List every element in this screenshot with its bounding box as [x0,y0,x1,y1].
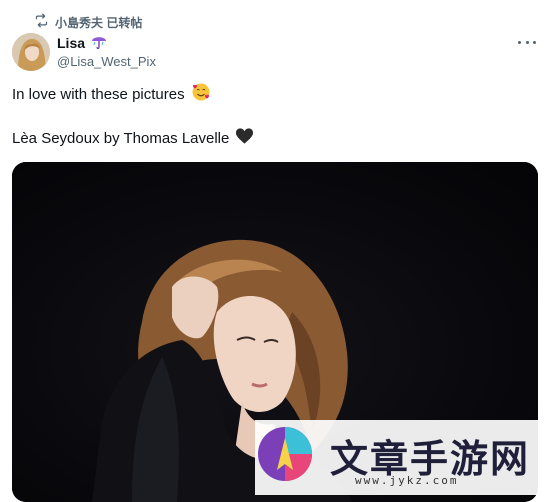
black-heart-icon [235,127,254,152]
watermark-logo-icon [258,427,312,481]
tweet-line-2: Lèa Seydoux by Thomas Lavelle [12,130,230,147]
umbrella-icon [91,33,107,54]
watermark-url: www.jykz.com [355,474,459,487]
more-options-icon[interactable] [518,36,536,48]
avatar[interactable] [12,33,50,71]
smiling-face-with-hearts-icon [191,82,211,109]
retweet-text: 小島秀夫 已转帖 [55,15,143,30]
retweet-indicator[interactable]: 小島秀夫 已转帖 [34,13,142,31]
display-name[interactable]: Lisa [57,35,85,51]
user-handle[interactable]: @Lisa_West_Pix [57,54,156,69]
retweet-icon [34,13,49,31]
tweet-author: Lisa @Lisa_West_Pix [57,33,156,69]
tweet-line-1: In love with these pictures [12,86,185,103]
tweet-text: In love with these pictures Lèa Seydoux … [12,82,532,152]
